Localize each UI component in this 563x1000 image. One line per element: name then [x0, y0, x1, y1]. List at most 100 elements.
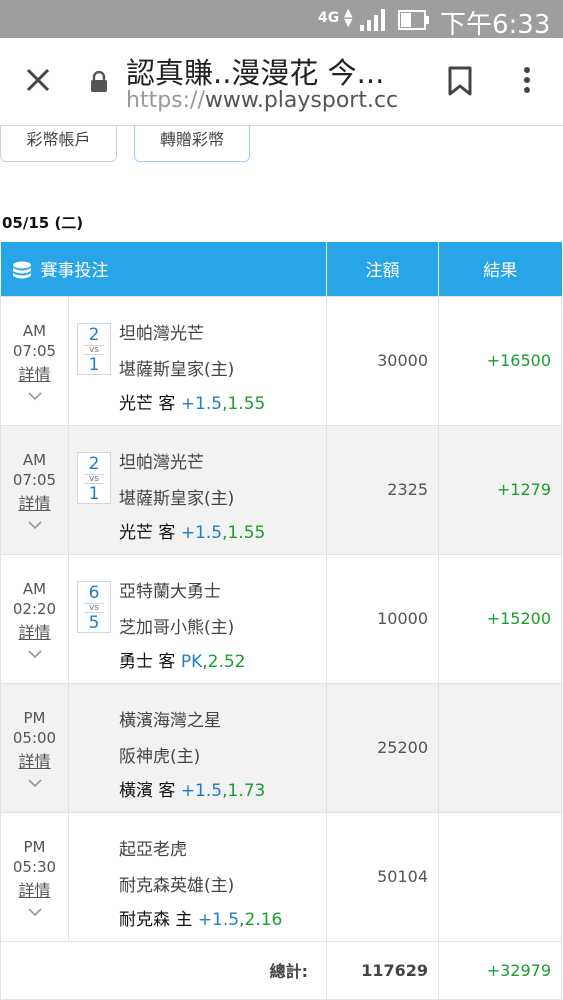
table-row: AM 02:20 詳情 6 vs 5 亞特蘭大勇士 芝加哥小熊(主) 勇士 客 … [0, 553, 562, 684]
bet-result [438, 811, 562, 942]
pick-side: 光芒 客 [119, 393, 176, 414]
table-row: AM 07:05 詳情 2 vs 1 坦帕灣光芒 堪薩斯皇家(主) 光芒 客 +… [0, 424, 562, 555]
game-time: AM 07:05 詳情 [0, 424, 69, 555]
game-time: AM 02:20 詳情 [0, 553, 69, 684]
pick-spread: +1.5 [180, 780, 223, 801]
pick: 耐克森 主 +1.5,2.16 [119, 905, 282, 930]
vs-label: vs [84, 602, 104, 613]
bet-result: +1279 [438, 424, 562, 555]
table-row: PM 05:00 詳情 橫濱海灣之星 阪神虎(主) 橫濱 客 +1.5,1.73… [0, 682, 562, 813]
table-row: AM 07:05 詳情 2 vs 1 坦帕灣光芒 堪薩斯皇家(主) 光芒 客 +… [0, 295, 562, 426]
home-team: 堪薩斯皇家(主) [119, 488, 235, 509]
pick-spread: +1.5 [197, 909, 240, 930]
away-team: 坦帕灣光芒 [119, 323, 204, 344]
url-text[interactable]: https://www.playsport.cc [126, 88, 398, 113]
ampm: AM [22, 579, 47, 598]
time: 02:20 [12, 599, 57, 618]
close-icon[interactable] [22, 64, 54, 96]
bet-result: +16500 [438, 295, 562, 426]
ampm: PM [23, 708, 46, 727]
pick-side: 橫濱 客 [119, 780, 176, 801]
match-cell: 2 vs 1 坦帕灣光芒 堪薩斯皇家(主) 光芒 客 +1.5,1.55 [68, 295, 327, 426]
time: 05:00 [12, 728, 57, 747]
detail-link[interactable]: 詳情 [1, 494, 68, 514]
network-type: 4G [318, 10, 340, 26]
detail-link[interactable]: 詳情 [1, 623, 68, 643]
bet-amount: 2325 [326, 424, 439, 555]
ampm: AM [22, 321, 47, 340]
pick-odds: ,2.52 [202, 651, 246, 672]
match-cell: 2 vs 1 坦帕灣光芒 堪薩斯皇家(主) 光芒 客 +1.5,1.55 [68, 424, 327, 555]
data-activity-icon: ▲ ▼ [344, 6, 353, 29]
bet-amount: 30000 [326, 295, 439, 426]
score-box: 2 vs 1 [77, 451, 111, 504]
lock-icon[interactable] [90, 71, 108, 93]
date-heading: 05/15 (二) [2, 214, 84, 232]
total-amount: 117629 [326, 940, 439, 1000]
pick: 光芒 客 +1.5,1.55 [119, 518, 265, 543]
status-bar: 4G ▲ ▼ 下午6:33 [0, 0, 563, 40]
header-amount: 注額 [326, 242, 439, 296]
chevron-down-icon[interactable] [27, 391, 42, 401]
header-bet: 賽事投注 [0, 242, 327, 296]
pick-side: 勇士 客 [119, 651, 176, 672]
table-row: PM 05:30 詳情 起亞老虎 耐克森英雄(主) 耐克森 主 +1.5,2.1… [0, 811, 562, 942]
detail-link[interactable]: 詳情 [1, 365, 68, 385]
header-result: 結果 [438, 242, 562, 296]
coin-account-button[interactable]: 彩幣帳戶 [0, 126, 117, 162]
detail-link[interactable]: 詳情 [1, 881, 68, 901]
chevron-down-icon[interactable] [27, 649, 42, 659]
game-time: PM 05:00 詳情 [0, 682, 69, 813]
bookmark-icon[interactable] [447, 66, 473, 96]
bet-amount: 50104 [326, 811, 439, 942]
away-team: 坦帕灣光芒 [119, 452, 204, 473]
coins-icon [12, 261, 31, 279]
away-score: 2 [88, 453, 100, 474]
chevron-down-icon[interactable] [27, 520, 42, 530]
home-team: 堪薩斯皇家(主) [119, 359, 235, 380]
time: 05:30 [12, 857, 57, 876]
chevron-down-icon[interactable] [27, 778, 42, 788]
bet-result [438, 682, 562, 813]
game-time: PM 05:30 詳情 [0, 811, 69, 942]
pick-odds: ,2.16 [239, 909, 283, 930]
ampm: AM [22, 450, 47, 469]
score-box: 2 vs 1 [77, 322, 111, 375]
away-team: 起亞老虎 [119, 839, 187, 860]
more-vert-icon[interactable] [520, 66, 534, 96]
vs-label: vs [84, 344, 104, 355]
time: 07:05 [12, 470, 57, 489]
page-title: 認真賺..漫漫花 今... [126, 56, 385, 90]
total-label: 總計: [0, 940, 327, 1000]
vs-label: vs [84, 473, 104, 484]
bet-amount: 10000 [326, 553, 439, 684]
home-team: 耐克森英雄(主) [119, 875, 235, 896]
score-box: 6 vs 5 [77, 580, 111, 633]
header-bet-label: 賽事投注 [40, 260, 109, 281]
pick: 勇士 客 PK,2.52 [119, 647, 245, 672]
transfer-coins-button[interactable]: 轉贈彩幣 [134, 126, 250, 162]
away-team: 橫濱海灣之星 [119, 710, 221, 731]
pick-odds: ,1.55 [222, 522, 266, 543]
table-header-row: 賽事投注 注額 結果 [0, 242, 562, 296]
pick-odds: ,1.73 [222, 780, 266, 801]
away-score: 6 [88, 582, 100, 603]
home-team: 阪神虎(主) [119, 746, 201, 767]
bet-amount: 25200 [326, 682, 439, 813]
pick: 橫濱 客 +1.5,1.73 [119, 776, 265, 801]
home-score: 1 [88, 354, 100, 375]
url-host: www.playsport.cc [204, 88, 399, 113]
battery-icon [398, 10, 429, 30]
detail-link[interactable]: 詳情 [1, 752, 68, 772]
browser-toolbar: 認真賺..漫漫花 今... https://www.playsport.cc [0, 38, 563, 126]
pick-side: 耐克森 主 [119, 909, 193, 930]
url-scheme: https:// [126, 88, 205, 113]
pick-spread: +1.5 [180, 522, 223, 543]
match-cell: 6 vs 5 亞特蘭大勇士 芝加哥小熊(主) 勇士 客 PK,2.52 [68, 553, 327, 684]
pick-spread: +1.5 [180, 393, 223, 414]
home-score: 5 [88, 612, 100, 633]
chevron-down-icon[interactable] [27, 907, 42, 917]
ampm: PM [23, 837, 46, 856]
signal-icon [360, 9, 385, 31]
clock: 下午6:33 [440, 10, 551, 40]
